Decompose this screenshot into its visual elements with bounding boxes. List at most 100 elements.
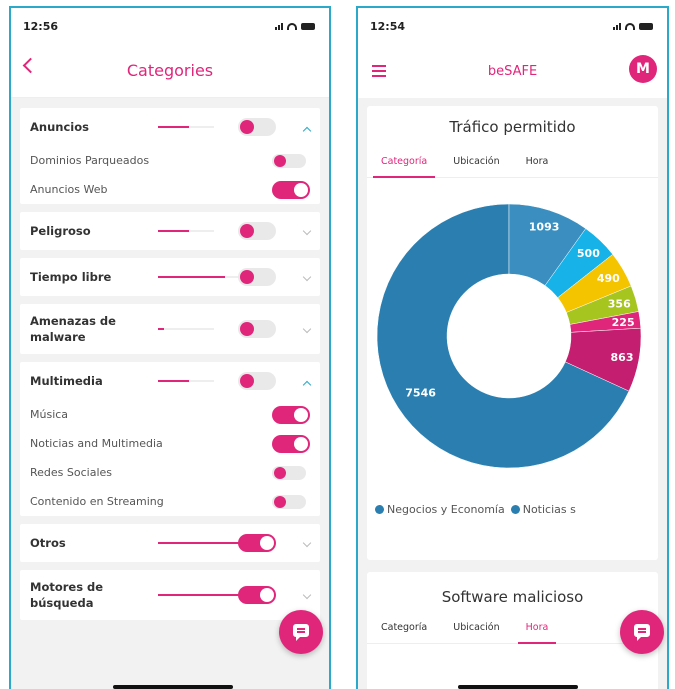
toggle-switch[interactable] [238, 268, 276, 286]
tab-hora[interactable]: Hora [518, 150, 557, 177]
category-card: Tiempo libre [20, 258, 320, 296]
chart-legend: Negocios y Economía Noticias s [367, 494, 658, 524]
subcategory-row[interactable]: Noticias and Multimedia [30, 429, 310, 458]
toggle-switch[interactable] [272, 153, 306, 168]
chat-icon [634, 624, 650, 641]
chevron-down-icon[interactable] [302, 595, 312, 601]
chat-button[interactable] [620, 610, 664, 654]
status-time: 12:54 [370, 19, 406, 33]
status-bar: 12:54 [358, 8, 667, 44]
toggle-knob [240, 374, 254, 388]
status-bar: 12:56 [11, 8, 329, 44]
toggle-switch[interactable] [238, 586, 276, 604]
chevron-down-icon[interactable] [302, 543, 312, 549]
category-row[interactable]: Tiempo libre [30, 258, 310, 296]
category-level-slider[interactable] [158, 230, 214, 232]
category-card: Multimedia Música Noticias and Multimedia R… [20, 362, 320, 516]
toggle-switch[interactable] [238, 222, 276, 240]
panel-title: Tráfico permitido [449, 118, 576, 136]
tab-categoría[interactable]: Categoría [373, 150, 436, 178]
toggle-switch[interactable] [238, 534, 276, 552]
subcategory-name: Noticias and Multimedia [30, 437, 163, 450]
legend-item[interactable]: Noticias s [510, 503, 576, 516]
slider-fill [158, 230, 189, 232]
subcategory-name: Música [30, 408, 69, 421]
category-name: Motores de búsqueda [30, 580, 104, 610]
category-row[interactable]: Motores de búsqueda [30, 570, 310, 620]
category-level-slider[interactable] [158, 542, 242, 544]
slice-label: 7546 [405, 387, 436, 400]
malware-panel: Software malicioso Categoría Ubicación Hor… [367, 572, 658, 689]
toggle-knob [294, 182, 308, 197]
chevron-down-icon[interactable] [302, 277, 312, 283]
categories-screen: 12:56 Categories Anuncios Dominios Parque… [9, 6, 331, 689]
chevron-down-icon[interactable] [302, 231, 312, 237]
category-list: Anuncios Dominios Parqueados Anuncios Web P… [11, 98, 329, 689]
home-indicator [458, 685, 578, 689]
toggle-knob [294, 407, 308, 422]
category-level-slider[interactable] [158, 328, 214, 330]
slider-fill [158, 594, 242, 596]
traffic-panel: Tráfico permitido Categoría Ubicación Hora… [367, 106, 658, 560]
toggle-switch[interactable] [238, 372, 276, 390]
category-level-slider[interactable] [158, 380, 214, 382]
chevron-up-icon[interactable] [302, 381, 312, 387]
category-row[interactable]: Amenazas de malware [30, 304, 310, 354]
slider-fill [158, 276, 226, 278]
toggle-switch[interactable] [272, 180, 310, 199]
toggle-switch[interactable] [272, 494, 306, 509]
category-row[interactable]: Anuncios [30, 108, 310, 146]
slider-fill [158, 542, 242, 544]
panel-title: Software malicioso [441, 588, 584, 606]
toggle-knob [274, 466, 286, 479]
status-time: 12:56 [23, 19, 59, 33]
battery-icon [301, 22, 315, 30]
chevron-down-icon[interactable] [302, 329, 312, 335]
slider-fill [158, 328, 164, 330]
menu-icon[interactable] [372, 65, 386, 67]
header: Categories [11, 44, 329, 98]
malware-tabs: Categoría Ubicación Hora [367, 616, 658, 644]
subcategory-row[interactable]: Redes Sociales [30, 458, 310, 487]
subcategory-row[interactable]: Contenido en Streaming [30, 487, 310, 516]
category-name: Anuncios [30, 120, 89, 134]
category-row[interactable]: Multimedia [30, 362, 310, 400]
chat-button[interactable] [279, 610, 323, 654]
toggle-switch[interactable] [238, 118, 276, 136]
toggle-knob [240, 120, 254, 134]
category-level-slider[interactable] [158, 594, 242, 596]
tab-categoría[interactable]: Categoría [373, 616, 435, 643]
category-row[interactable]: Peligroso [30, 212, 310, 250]
category-level-slider[interactable] [158, 126, 214, 128]
tab-ubicación[interactable]: Ubicación [445, 616, 507, 643]
subcategory-row[interactable]: Dominios Parqueados [30, 146, 310, 175]
subcategory-row[interactable]: Anuncios Web [30, 175, 310, 204]
subcategory-row[interactable]: Música [30, 400, 310, 429]
slider-fill [158, 380, 189, 382]
toggle-switch[interactable] [272, 434, 310, 453]
subcategory-name: Redes Sociales [30, 466, 113, 479]
legend-item[interactable]: Negocios y Economía [375, 503, 505, 516]
tab-ubicación[interactable]: Ubicación [445, 150, 507, 177]
legend-label: Negocios y Economía [387, 502, 505, 516]
slice-label: 500 [577, 247, 600, 260]
toggle-switch[interactable] [272, 405, 310, 424]
category-level-slider[interactable] [158, 276, 242, 278]
toggle-knob [294, 436, 308, 451]
tab-hora[interactable]: Hora [517, 616, 557, 644]
toggle-knob [274, 495, 286, 508]
category-row[interactable]: Otros [30, 524, 310, 562]
category-name: Otros [30, 536, 66, 550]
category-card: Otros [20, 524, 320, 562]
category-name: Peligroso [30, 224, 91, 238]
toggle-knob [260, 536, 274, 550]
toggle-knob [240, 270, 254, 284]
signal-icon [275, 22, 283, 30]
category-card: Motores de búsqueda [20, 570, 320, 620]
toggle-switch[interactable] [238, 320, 276, 338]
toggle-switch[interactable] [272, 465, 306, 480]
chevron-up-icon[interactable] [302, 127, 312, 133]
signal-icon [613, 22, 621, 30]
subcategory-name: Anuncios Web [30, 183, 108, 196]
avatar[interactable]: M [629, 55, 657, 83]
